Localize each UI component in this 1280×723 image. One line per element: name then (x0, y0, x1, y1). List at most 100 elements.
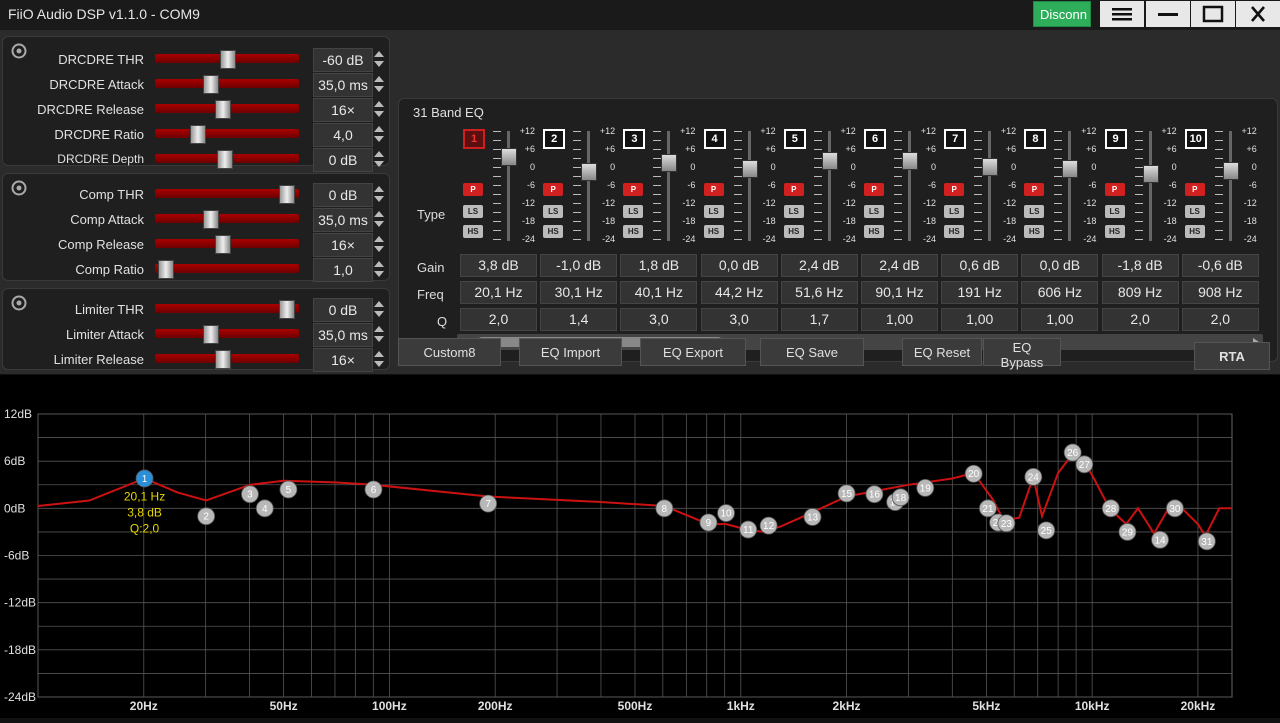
spin-arrows-icon[interactable] (373, 208, 385, 230)
type-lowshelf-button[interactable]: LS (864, 205, 884, 218)
eq-response-chart[interactable]: 12dB 6dB 0dB -6dB -12dB -18dB -24dB 20Hz 50Hz 100… (0, 375, 1280, 718)
band-number[interactable]: 8 (1024, 129, 1047, 149)
spin-arrows-icon[interactable] (373, 73, 385, 95)
param-slider[interactable] (155, 150, 299, 169)
band-freq-value[interactable]: 90,1 Hz (861, 281, 938, 304)
param-slider[interactable] (155, 75, 299, 94)
band-number[interactable]: 10 (1184, 129, 1207, 149)
type-lowshelf-button[interactable]: LS (703, 205, 724, 218)
close-button[interactable] (1236, 1, 1280, 27)
param-value[interactable]: 35,0 ms (313, 208, 373, 232)
band-freq-value[interactable]: 20,1 Hz (460, 281, 537, 304)
type-lowshelf-button[interactable]: LS (1024, 205, 1045, 218)
band-freq-value[interactable]: 44,2 Hz (700, 281, 778, 304)
band-gain-slider[interactable] (827, 131, 831, 241)
band-number[interactable]: 4 (703, 129, 726, 149)
type-peak-button[interactable]: P (1104, 183, 1125, 196)
band-q-value[interactable]: 1,00 (861, 308, 938, 331)
band-q-value[interactable]: 1,00 (941, 308, 1019, 331)
minimize-button[interactable] (1146, 1, 1190, 27)
band-number[interactable]: 7 (944, 129, 967, 149)
param-value[interactable]: 16× (313, 98, 373, 122)
type-lowshelf-button[interactable]: LS (463, 205, 483, 218)
slider-thumb[interactable] (203, 75, 220, 94)
band-gain-slider[interactable] (1228, 131, 1232, 241)
band-gain-slider[interactable] (1068, 131, 1072, 241)
band-gain-slider[interactable] (667, 131, 671, 241)
type-lowshelf-button[interactable]: LS (1184, 205, 1205, 218)
eq-import-button[interactable]: EQ Import (519, 338, 622, 366)
type-highshelf-button[interactable]: HS (1184, 225, 1205, 238)
type-peak-button[interactable]: P (703, 183, 724, 196)
type-lowshelf-button[interactable]: LS (623, 205, 644, 218)
preset-select-button[interactable]: Custom8 (398, 338, 501, 366)
slider-thumb[interactable] (217, 150, 234, 169)
type-lowshelf-button[interactable]: LS (1104, 205, 1125, 218)
maximize-button[interactable] (1191, 1, 1235, 27)
param-slider[interactable] (155, 125, 299, 144)
type-highshelf-button[interactable]: HS (703, 225, 724, 238)
type-peak-button[interactable]: P (463, 183, 483, 196)
band-number[interactable]: 6 (864, 129, 886, 149)
param-value[interactable]: -60 dB (313, 48, 373, 72)
slider-thumb[interactable] (278, 185, 295, 204)
menu-button[interactable] (1100, 1, 1144, 27)
param-slider[interactable] (155, 300, 299, 319)
type-lowshelf-button[interactable]: LS (543, 205, 564, 218)
band-gain-slider[interactable] (747, 131, 751, 241)
slider-thumb[interactable] (203, 210, 220, 229)
type-highshelf-button[interactable]: HS (623, 225, 644, 238)
band-q-value[interactable]: 3,0 (620, 308, 698, 331)
spin-arrows-icon[interactable] (373, 233, 385, 255)
band-freq-value[interactable]: 51,6 Hz (780, 281, 858, 304)
spin-arrows-icon[interactable] (373, 258, 385, 280)
type-highshelf-button[interactable]: HS (1024, 225, 1045, 238)
param-slider[interactable] (155, 210, 299, 229)
slider-thumb[interactable] (203, 325, 220, 344)
type-highshelf-button[interactable]: HS (1104, 225, 1125, 238)
param-slider[interactable] (155, 325, 299, 344)
type-peak-button[interactable]: P (543, 183, 564, 196)
band-gain-value[interactable]: 1,8 dB (620, 254, 698, 277)
band-number[interactable]: 3 (623, 129, 646, 149)
eq-save-button[interactable]: EQ Save (760, 338, 864, 366)
band-gain-slider[interactable] (587, 131, 591, 241)
type-highshelf-button[interactable]: HS (864, 225, 884, 238)
band-number[interactable]: 1 (463, 129, 485, 149)
eq-response-graph[interactable]: 12dB 6dB 0dB -6dB -12dB -18dB -24dB 20Hz 50Hz 100… (0, 375, 1280, 718)
spin-arrows-icon[interactable] (373, 348, 385, 370)
param-slider[interactable] (155, 185, 299, 204)
band-number[interactable]: 2 (543, 129, 566, 149)
band-freq-value[interactable]: 40,1 Hz (620, 281, 698, 304)
param-value[interactable]: 35,0 ms (313, 73, 373, 97)
band-gain-slider[interactable] (908, 131, 911, 241)
band-gain-value[interactable]: -1,8 dB (1101, 254, 1179, 277)
param-value[interactable]: 1,0 (313, 258, 373, 282)
band-q-value[interactable]: 1,00 (1021, 308, 1099, 331)
band-gain-slider[interactable] (1148, 131, 1152, 241)
band-freq-value[interactable]: 606 Hz (1021, 281, 1099, 304)
slider-thumb[interactable] (278, 300, 295, 319)
param-slider[interactable] (155, 260, 299, 279)
band-gain-value[interactable]: 0,0 dB (1021, 254, 1099, 277)
spin-arrows-icon[interactable] (373, 323, 385, 345)
slider-thumb[interactable] (190, 125, 207, 144)
type-peak-button[interactable]: P (623, 183, 644, 196)
type-peak-button[interactable]: P (944, 183, 965, 196)
spin-arrows-icon[interactable] (373, 98, 385, 120)
band-q-value[interactable]: 3,0 (700, 308, 778, 331)
band-gain-value[interactable]: -0,6 dB (1181, 254, 1259, 277)
band-gain-value[interactable]: 0,0 dB (700, 254, 778, 277)
type-peak-button[interactable]: P (1184, 183, 1205, 196)
param-value[interactable]: 35,0 ms (313, 323, 373, 347)
type-lowshelf-button[interactable]: LS (944, 205, 965, 218)
band-freq-value[interactable]: 908 Hz (1181, 281, 1259, 304)
spin-arrows-icon[interactable] (373, 148, 385, 170)
param-slider[interactable] (155, 50, 299, 69)
param-value[interactable]: 16× (313, 233, 373, 257)
type-peak-button[interactable]: P (783, 183, 804, 196)
rta-button[interactable]: RTA (1194, 342, 1270, 370)
band-q-value[interactable]: 2,0 (1101, 308, 1179, 331)
type-lowshelf-button[interactable]: LS (783, 205, 804, 218)
type-highshelf-button[interactable]: HS (944, 225, 965, 238)
